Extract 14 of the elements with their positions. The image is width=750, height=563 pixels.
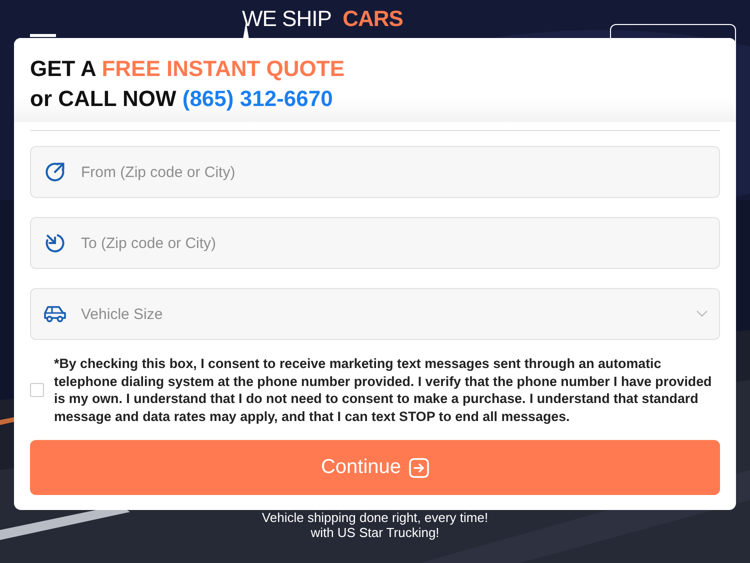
call-now-label: or CALL NOW (30, 86, 176, 111)
tagline-text: Vehicle shipping done right, every time! (260, 510, 490, 525)
tagline-text: with US Star Trucking! (310, 525, 440, 540)
vehicle-size-select[interactable]: Vehicle Size (30, 288, 720, 340)
quote-heading: GET A FREE INSTANT QUOTE (30, 55, 346, 83)
location-field[interactable]: To (Zip code or City) (30, 217, 720, 269)
arrow-right-icon (409, 458, 430, 478)
logo-text[interactable]: WE SHIP CARS (242, 6, 403, 32)
location-field[interactable]: From (Zip code or City) (30, 146, 720, 198)
chevron-down-icon (696, 310, 708, 318)
continue-button[interactable]: Continue (30, 440, 720, 496)
phone-link[interactable]: (865) 312-6670 (182, 86, 333, 111)
consent-checkbox[interactable] (30, 383, 44, 398)
consent-text: *By checking this box, I consent to receive marketing text messages sent through an automatic telephone dialing system at the phone number provided. I verify that the phone number I have provided is my own. I understand that I do not need to consent to make a purchase. I understand that standard message and data rates may apply, and that I can text STOP to end all messages. (54, 355, 713, 426)
